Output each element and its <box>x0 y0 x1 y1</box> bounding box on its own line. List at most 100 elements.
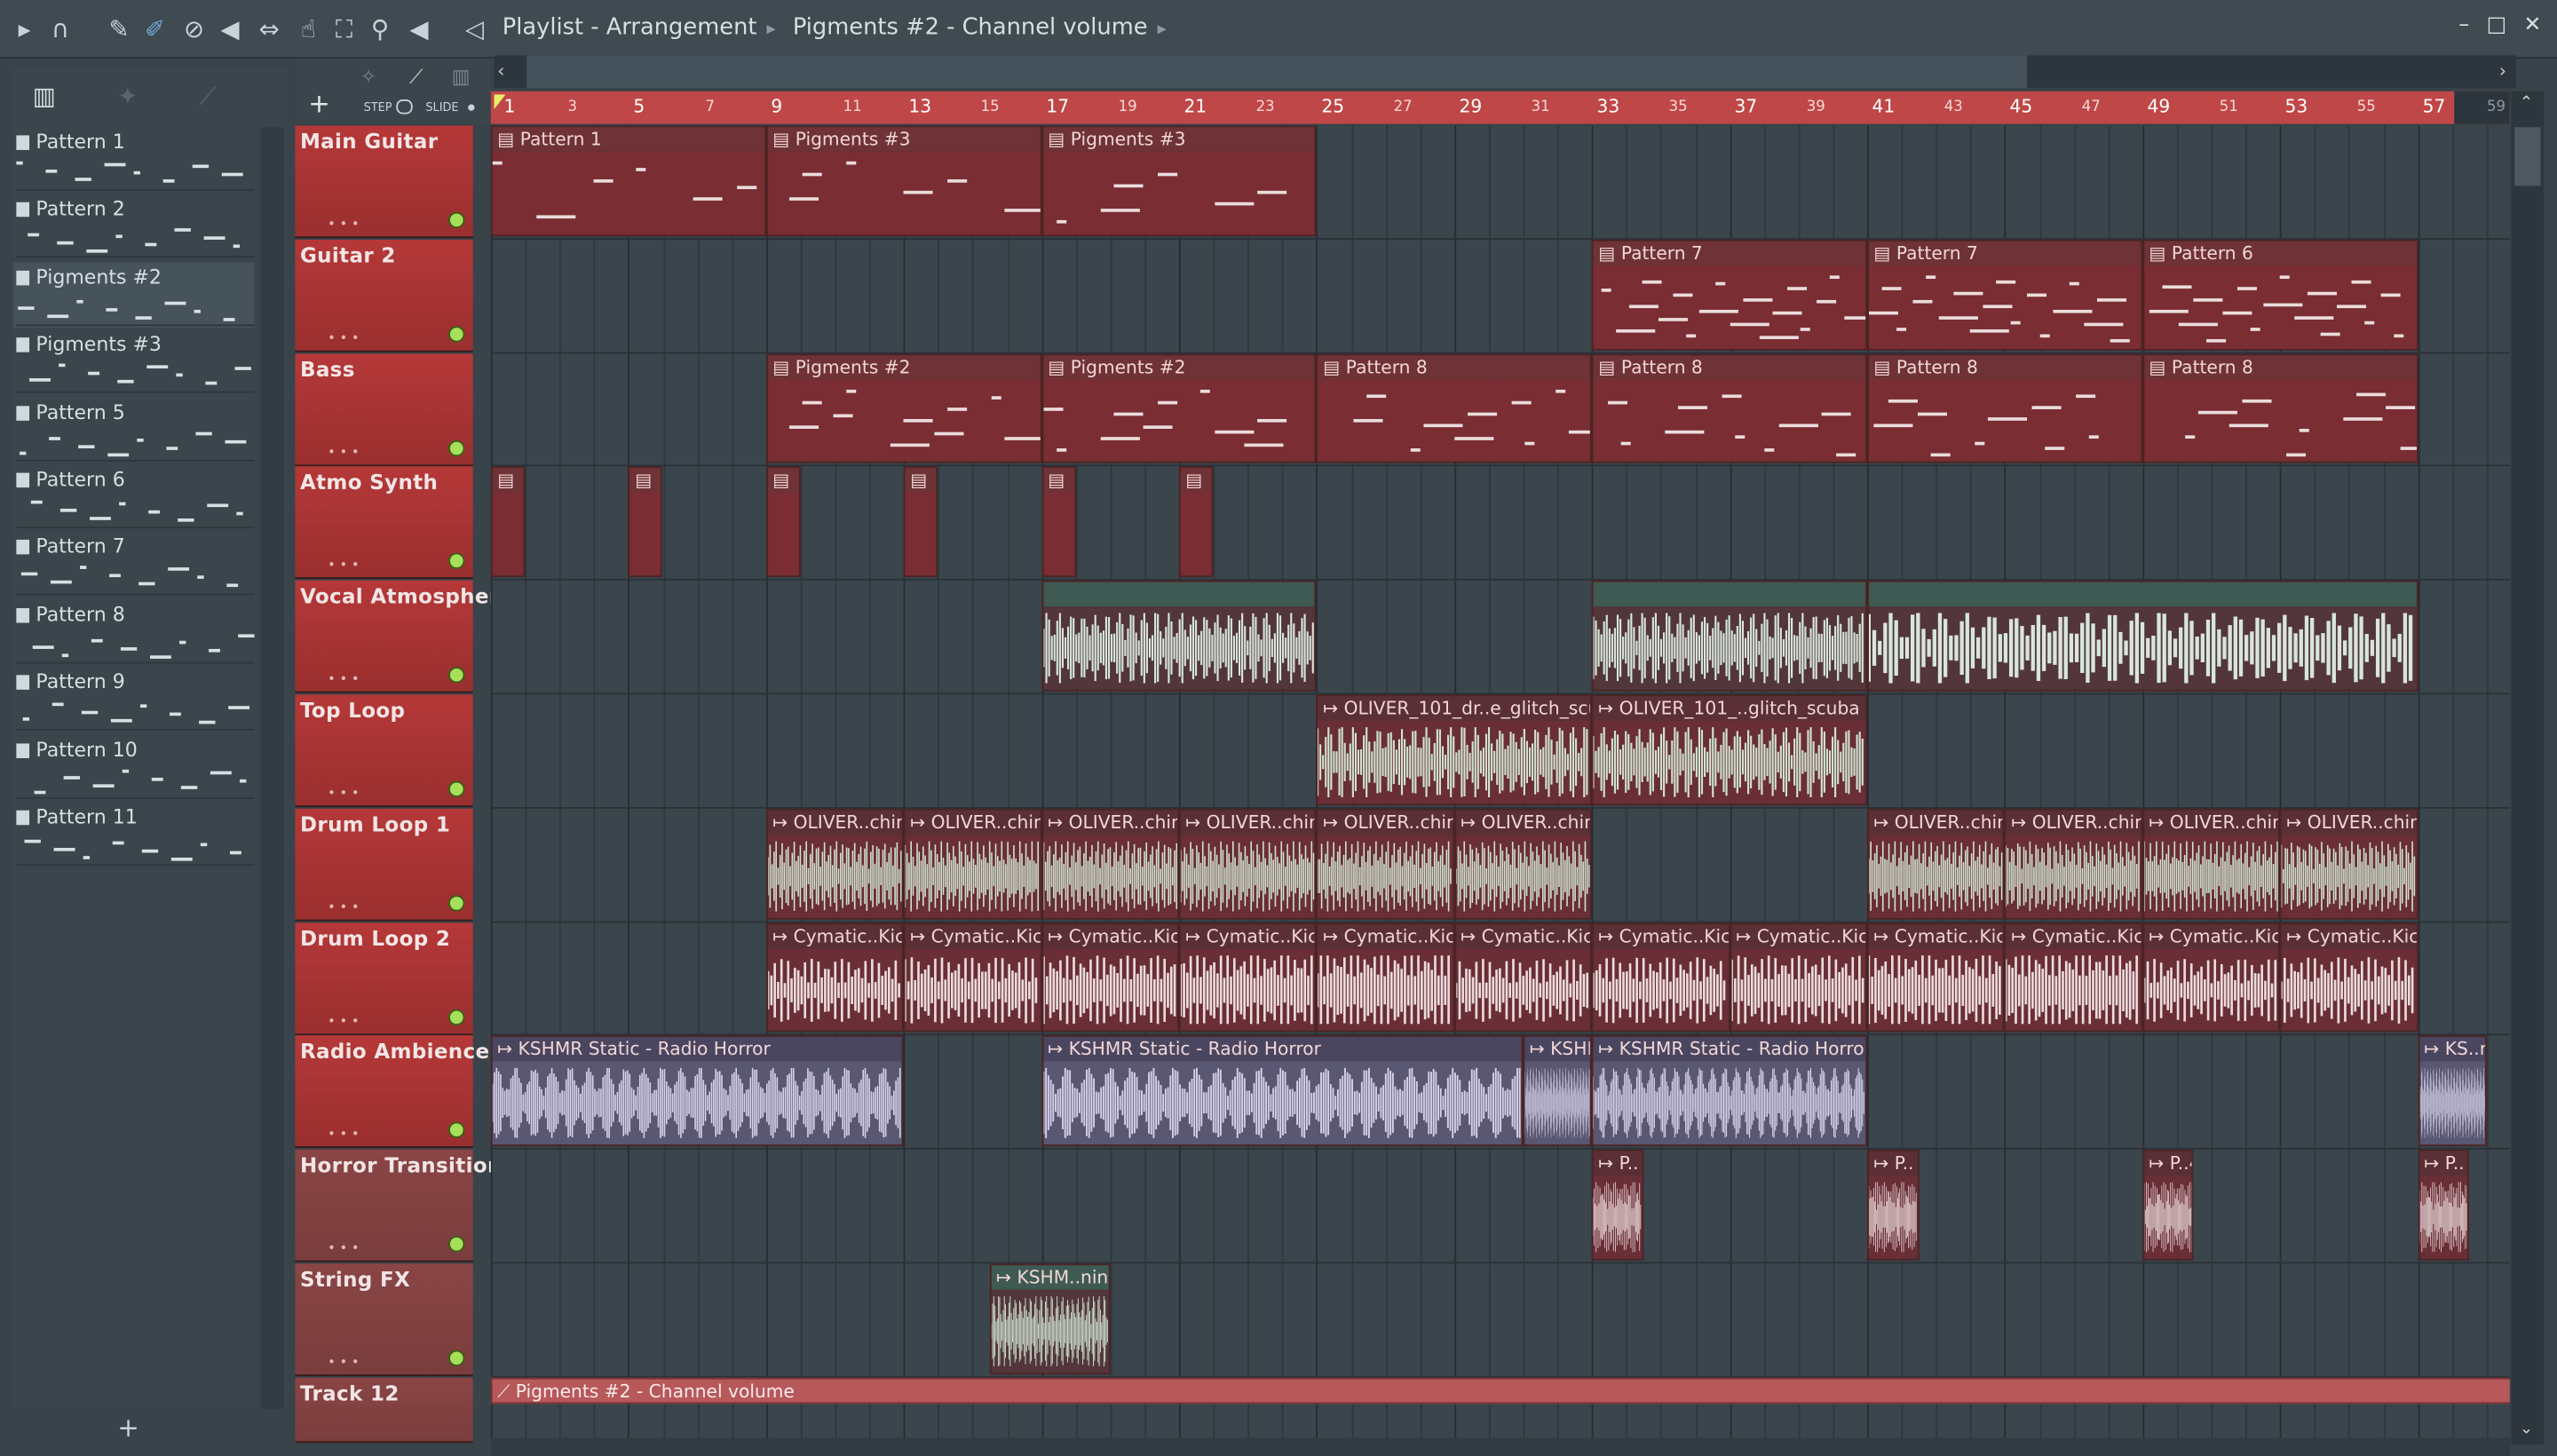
scroll-left-icon[interactable]: ‹ <box>497 60 504 82</box>
clip[interactable]: ▤ Pattern 8 <box>1867 352 2143 464</box>
link-icon[interactable]: ⟋ <box>409 65 423 90</box>
track-mute-led[interactable] <box>448 1009 465 1025</box>
track-mute-led[interactable] <box>448 439 465 456</box>
clip[interactable]: ▤ Pattern 8 <box>1316 352 1592 464</box>
clip[interactable]: ▤ <box>490 466 526 578</box>
brush-icon[interactable]: ✐ <box>140 15 170 44</box>
track-header[interactable]: Top Loop • • • <box>295 694 473 808</box>
clip[interactable]: ▤ Pattern 6 <box>2142 239 2418 351</box>
track-header[interactable]: Main Guitar • • • <box>295 125 473 239</box>
horizontal-scrollbar[interactable] <box>490 1437 2510 1456</box>
clip[interactable]: ↦ OLIVER..chine <box>1316 808 1454 920</box>
automation-icon[interactable]: ⟋ <box>199 82 216 111</box>
track-grip-icon[interactable]: • • • <box>328 558 359 574</box>
track-header[interactable]: Drum Loop 1 • • • <box>295 808 473 922</box>
track-header[interactable]: Guitar 2 • • • <box>295 239 473 352</box>
clip[interactable]: ▤ Pattern 7 <box>1867 239 2143 351</box>
delete-icon[interactable]: ⊘ <box>179 15 209 44</box>
speaker-icon[interactable]: ◁ <box>460 15 489 44</box>
minimize-icon[interactable]: – <box>2450 13 2479 43</box>
track-mute-led[interactable] <box>448 325 465 343</box>
clip[interactable]: ▤ Pigments #2 <box>765 352 1041 464</box>
clip[interactable]: ↦ KSHMR Static - Radio Horror <box>1591 1035 1867 1147</box>
clip[interactable]: ↦ OLIVER..chine <box>1178 808 1317 920</box>
clip[interactable]: ↦ OLIVER_101_..glitch_scuba <box>1591 694 1867 805</box>
clip[interactable]: ▤ Pigments #3 <box>1041 125 1317 236</box>
clip[interactable]: ↦ Cymatic..Kick <box>1591 922 1730 1033</box>
track-grip-icon[interactable]: • • • <box>328 899 359 914</box>
clip[interactable]: ↦ Cymatic..Kick <box>1316 922 1454 1033</box>
clip[interactable]: ▤ <box>903 466 938 578</box>
clip[interactable]: ▤ Pattern 8 <box>1591 352 1867 464</box>
add-pattern-button[interactable]: + <box>117 1412 139 1443</box>
track-mute-led[interactable] <box>448 780 465 798</box>
pattern-item[interactable]: Pattern 6 <box>13 464 255 529</box>
clip[interactable]: ↦ Cymatic..Kick <box>1178 922 1317 1033</box>
clip[interactable] <box>1591 581 1867 692</box>
select-icon[interactable]: ☝ <box>294 15 323 44</box>
track-header[interactable]: Radio Ambience • • • <box>295 1035 489 1149</box>
clip[interactable]: ↦ OLIVER..chine <box>1867 808 2006 920</box>
vertical-scrollbar[interactable]: ⌃ ⌄ <box>2511 91 2545 1445</box>
track-grip-icon[interactable]: • • • <box>328 786 359 801</box>
track-header[interactable]: String FX • • • <box>295 1263 473 1377</box>
pattern-item[interactable]: Pattern 9 <box>13 667 255 732</box>
clip[interactable]: ↦ OLIVER..chine <box>765 808 904 920</box>
clip[interactable]: ▤ Pattern 1 <box>490 125 766 236</box>
clip[interactable]: ↦ OLIVER_101_dr..e_glitch_scuba <box>1316 694 1592 805</box>
clip[interactable]: ↦ Cymatic..Kick <box>2005 922 2143 1033</box>
play-triangle-icon[interactable]: ▸ <box>10 15 39 44</box>
clip[interactable]: ↦ P..4 <box>2142 1150 2195 1261</box>
clip[interactable]: ↦ Cymatic..Kick <box>765 922 904 1033</box>
magnet-icon[interactable]: ∩ <box>45 15 75 44</box>
pattern-list-scrollbar[interactable] <box>260 127 284 1409</box>
clip[interactable]: ↦ OLIVER..chine <box>903 808 1041 920</box>
clip[interactable]: ↦ OLIVER..chine <box>1041 808 1179 920</box>
pencil-icon[interactable]: ✎ <box>105 15 134 44</box>
track-header[interactable]: Bass • • • <box>295 352 473 466</box>
pattern-item[interactable]: Pigments #2 <box>12 262 255 328</box>
pattern-item[interactable]: Pattern 8 <box>13 599 255 664</box>
automation-clip[interactable]: ⟋ Pigments #2 - Channel volume <box>490 1377 2510 1404</box>
track-mute-led[interactable] <box>448 1349 465 1366</box>
playlist-grid[interactable]: ▤ Pattern 1 ▤ Pigments #3 ▤ Pigments #3 ▤ P… <box>490 125 2510 1438</box>
clip[interactable]: ↦ Cymatic..Kick <box>1453 922 1592 1033</box>
clip[interactable]: ↦ OLIVER..chine <box>2280 808 2418 920</box>
track-grip-icon[interactable]: • • • <box>328 672 359 687</box>
waveform-icon[interactable]: ✧ <box>360 65 376 88</box>
playback-icon[interactable]: ◀ <box>405 15 434 44</box>
pattern-item[interactable]: Pattern 10 <box>13 735 255 800</box>
close-icon[interactable]: ✕ <box>2518 13 2547 43</box>
step-toggle[interactable] <box>396 99 413 115</box>
audio-icon[interactable]: ✦ <box>117 82 138 111</box>
track-grip-icon[interactable]: • • • <box>328 1014 359 1029</box>
clip[interactable]: ↦ KS..r <box>2418 1035 2487 1147</box>
clip[interactable]: ↦ P.. <box>1591 1150 1644 1261</box>
add-track-button[interactable]: + <box>308 88 330 119</box>
clip[interactable]: ▤ <box>765 466 801 578</box>
scroll-down-icon[interactable]: ⌄ <box>2520 1420 2533 1438</box>
clip[interactable]: ▤ <box>1041 466 1076 578</box>
pattern-item[interactable]: Pattern 11 <box>13 803 255 867</box>
mute-icon[interactable]: ◀ <box>215 15 244 44</box>
track-mute-led[interactable] <box>448 553 465 570</box>
track-mute-led[interactable] <box>448 211 465 229</box>
pattern-item[interactable]: Pigments #3 <box>13 329 255 394</box>
scroll-up-icon[interactable]: ⌃ <box>2520 95 2533 113</box>
track-grip-icon[interactable]: • • • <box>328 1128 359 1143</box>
vertical-scroll-thumb[interactable] <box>2514 127 2541 186</box>
clip[interactable]: ↦ Cymatic..Kick <box>1867 922 2006 1033</box>
timeline-ruler[interactable]: 1 5 9 13 17 21 25 29 33 37 41 45 49 53 57 3 7 11 15 19 23 27 3… <box>490 91 2510 124</box>
breadcrumb-playlist[interactable]: Playlist - Arrangement <box>503 15 757 41</box>
clip[interactable]: ↦ OLIVER..chine <box>2005 808 2143 920</box>
maximize-icon[interactable]: □ <box>2482 13 2511 43</box>
pattern-icon[interactable]: ▥ <box>452 65 471 88</box>
clip[interactable]: ↦ Cymatic..Kick <box>2142 922 2281 1033</box>
clip[interactable]: ↦ KSHMR Static - Radio Horror <box>1041 1035 1524 1147</box>
slip-icon[interactable]: ⇔ <box>255 15 284 44</box>
track-mute-led[interactable] <box>448 894 465 912</box>
clip[interactable]: ↦ KSHM..ning <box>989 1263 1111 1374</box>
track-mute-led[interactable] <box>448 1122 465 1139</box>
track-header[interactable]: Track 12 <box>295 1377 473 1443</box>
clip[interactable]: ↦ OLIVER..chine <box>2142 808 2281 920</box>
